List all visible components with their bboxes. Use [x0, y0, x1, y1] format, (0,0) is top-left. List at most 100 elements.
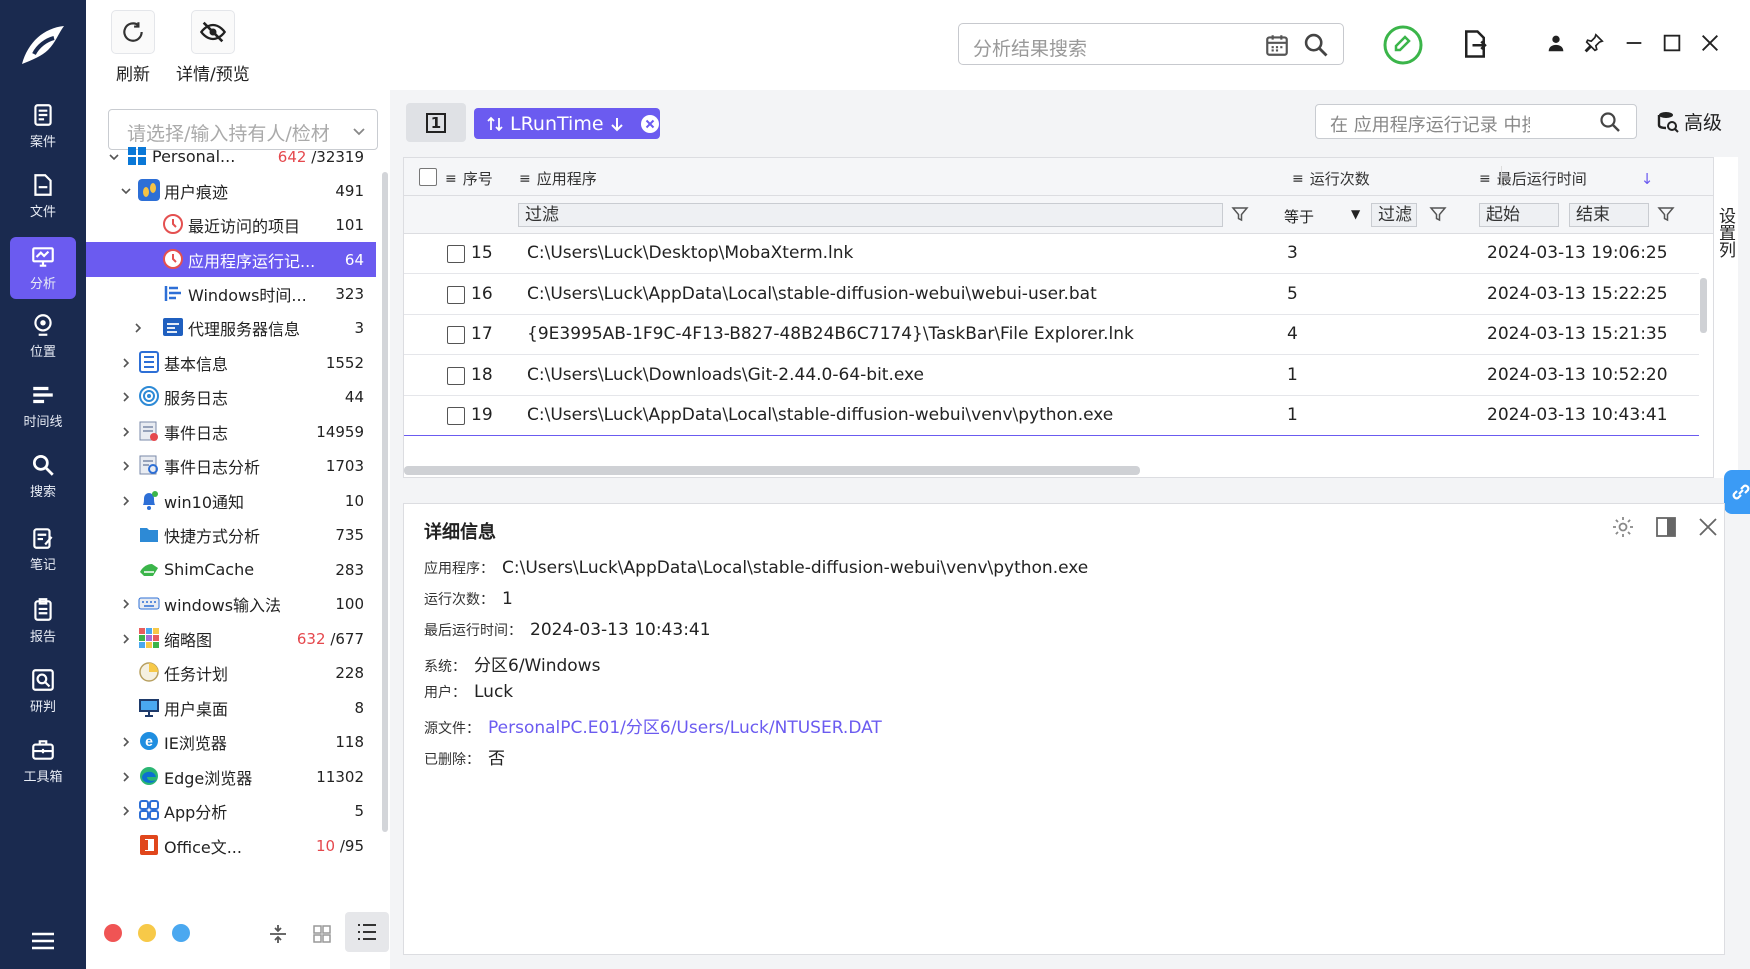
export-file-icon[interactable]: [1460, 28, 1490, 60]
table-row[interactable]: 18 C:\Users\Luck\Downloads\Git-2.44.0-64-…: [404, 356, 1699, 396]
tree-item[interactable]: 基本信息 1552: [86, 345, 376, 380]
table-row[interactable]: 15 C:\Users\Luck\Desktop\MobaXterm.lnk 3 20…: [404, 234, 1699, 274]
collapse-icon[interactable]: [266, 922, 290, 946]
table-search-input[interactable]: 在 应用程序运行记录 中搜索: [1315, 104, 1637, 139]
nav-report[interactable]: 报告: [10, 590, 76, 652]
status-shield-icon[interactable]: [1382, 24, 1424, 66]
blue-tag-dot[interactable]: [172, 924, 190, 942]
start-time-input[interactable]: 起始: [1479, 203, 1559, 227]
calendar-icon[interactable]: [1264, 32, 1290, 58]
tree-item[interactable]: 用户桌面 8: [86, 690, 376, 725]
chevron-right-icon[interactable]: [120, 426, 132, 438]
tree-item[interactable]: 任务计划 228: [86, 655, 376, 690]
sort-chip[interactable]: LRunTime: [474, 108, 660, 139]
tree-item[interactable]: 事件日志分析 1703: [86, 448, 376, 483]
tree-item[interactable]: 最近访问的项目 101: [86, 207, 376, 242]
tree-item[interactable]: Windows时间... 323: [86, 276, 376, 311]
end-time-input[interactable]: 结束: [1569, 203, 1649, 227]
nav-case[interactable]: 案件: [10, 95, 76, 157]
search-icon[interactable]: [1598, 110, 1622, 134]
table-vertical-scrollbar[interactable]: [1700, 278, 1707, 333]
chevron-right-icon[interactable]: [120, 357, 132, 369]
tree-item[interactable]: 快捷方式分析 735: [86, 517, 376, 552]
source-file-link[interactable]: PersonalPC.E01/分区6/Users/Luck/NTUSER.DAT: [488, 718, 882, 738]
chevron-right-icon[interactable]: [120, 771, 132, 783]
col-header-app[interactable]: ≡ 应用程序: [519, 168, 597, 189]
preview-button[interactable]: 详情/预览: [176, 10, 250, 85]
table-row[interactable]: 17 {9E3995AB-1F9C-4F13-B827-48B24B6C7174}…: [404, 315, 1699, 355]
menu-icon[interactable]: [30, 928, 56, 954]
row-checkbox[interactable]: [447, 326, 465, 344]
col-header-count[interactable]: ≡ 运行次数: [1292, 168, 1370, 189]
tree-item[interactable]: 事件日志 14959: [86, 414, 376, 449]
tree-item[interactable]: 用户痕迹 491: [86, 173, 376, 208]
chevron-right-icon[interactable]: [132, 322, 144, 334]
nav-toolbox[interactable]: 工具箱: [10, 730, 76, 792]
nav-search[interactable]: 搜索: [10, 445, 76, 507]
tree-item[interactable]: App分析 5: [86, 793, 376, 828]
close-icon[interactable]: [1699, 32, 1721, 54]
red-tag-dot[interactable]: [104, 924, 122, 942]
count-filter-input[interactable]: 过滤: [1371, 203, 1417, 227]
row-checkbox[interactable]: [447, 285, 465, 304]
yellow-tag-dot[interactable]: [138, 924, 156, 942]
top-search-input[interactable]: 分析结果搜索: [958, 23, 1344, 65]
tree-item[interactable]: Office文... 10 /95: [86, 828, 376, 863]
app-filter-input[interactable]: 过滤: [518, 203, 1223, 227]
list-view-button[interactable]: [345, 912, 389, 952]
pin-icon[interactable]: [1583, 32, 1605, 54]
tree-item[interactable]: windows输入法 100: [86, 586, 376, 621]
chevron-right-icon[interactable]: [120, 633, 132, 645]
grid-view-icon[interactable]: [312, 924, 332, 944]
tree-item[interactable]: Edge浏览器 11302: [86, 759, 376, 794]
filter-icon[interactable]: [1429, 205, 1447, 223]
refresh-button[interactable]: 刷新: [111, 10, 155, 85]
chevron-right-icon[interactable]: [120, 598, 132, 610]
nav-location[interactable]: 位置: [10, 305, 76, 367]
tree-item[interactable]: ShimCache 283: [86, 552, 376, 587]
chevron-right-icon[interactable]: [120, 460, 132, 472]
tree-item[interactable]: Personal... 642 /32319: [86, 139, 376, 174]
nav-file[interactable]: 文件: [10, 165, 76, 227]
nav-note[interactable]: 笔记: [10, 518, 76, 580]
chevron-right-icon[interactable]: [120, 736, 132, 748]
close-icon[interactable]: [1697, 516, 1719, 538]
page-number-button[interactable]: 1: [406, 103, 466, 142]
tree-item[interactable]: e IE浏览器 118: [86, 724, 376, 759]
tree-item[interactable]: 代理服务器信息 3: [86, 310, 376, 345]
search-icon[interactable]: [1302, 31, 1330, 59]
col-header-time[interactable]: ≡ 最后运行时间 ↓: [1479, 168, 1653, 189]
advanced-search-button[interactable]: 高级: [1656, 108, 1722, 135]
row-checkbox[interactable]: [447, 366, 465, 385]
chip-close-icon[interactable]: [640, 114, 660, 134]
gear-icon[interactable]: [1611, 515, 1635, 539]
table-horizontal-scrollbar[interactable]: [404, 466, 1140, 475]
table-row[interactable]: 16 C:\Users\Luck\AppData\Local\stable-dif…: [404, 275, 1699, 315]
nav-timeline[interactable]: 时间线: [10, 375, 76, 437]
tree-scrollbar[interactable]: [382, 172, 388, 832]
chevron-down-icon[interactable]: [120, 185, 132, 197]
col-header-no[interactable]: ≡ 序号: [445, 168, 493, 189]
chevron-right-icon[interactable]: [120, 391, 132, 403]
chevron-right-icon[interactable]: [120, 805, 132, 817]
tree-item[interactable]: 服务日志 44: [86, 379, 376, 414]
row-checkbox[interactable]: [447, 245, 465, 263]
float-link-button[interactable]: [1724, 470, 1750, 514]
table-row[interactable]: 19 C:\Users\Luck\AppData\Local\stable-dif…: [404, 396, 1699, 436]
tree-item[interactable]: 应用程序运行记... 64: [86, 242, 376, 277]
nav-analysis[interactable]: 分析: [10, 237, 76, 299]
split-panel-icon[interactable]: [1654, 515, 1678, 539]
column-settings-button[interactable]: 设置列: [1713, 157, 1738, 478]
row-checkbox[interactable]: [447, 407, 465, 425]
filter-icon[interactable]: [1657, 205, 1675, 223]
user-icon[interactable]: [1545, 32, 1567, 54]
tree-item[interactable]: 缩略图 632 /677: [86, 621, 376, 656]
filter-icon[interactable]: [1231, 205, 1249, 223]
nav-judge[interactable]: 研判: [10, 660, 76, 722]
tree-item[interactable]: win10通知 10: [86, 483, 376, 518]
filter-operator-select[interactable]: 等于: [1284, 206, 1314, 227]
chevron-right-icon[interactable]: [120, 495, 132, 507]
select-all-checkbox[interactable]: [419, 168, 437, 186]
chevron-down-icon[interactable]: [108, 151, 120, 163]
maximize-icon[interactable]: [1661, 32, 1683, 54]
